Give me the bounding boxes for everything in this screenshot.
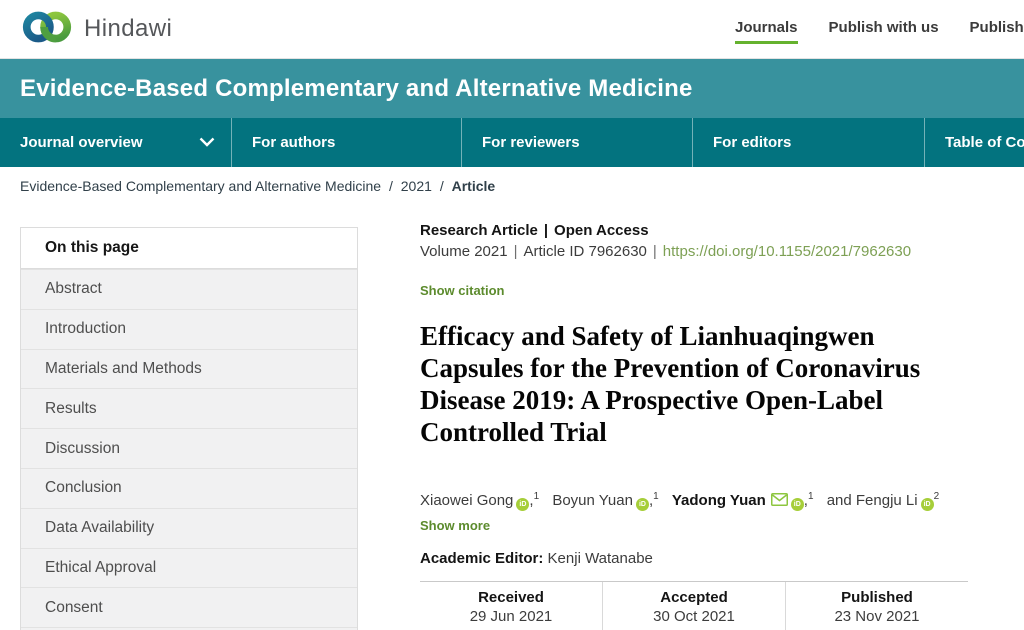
- journal-nav-overview[interactable]: Journal overview: [0, 118, 232, 167]
- sidebar-item-ethical-approval[interactable]: Ethical Approval: [21, 548, 357, 588]
- author-affiliation-sup: 1: [534, 491, 540, 502]
- article-main: Research Article|Open Access Volume 2021…: [420, 222, 968, 630]
- date-received: Received 29 Jun 2021: [420, 582, 602, 630]
- article-type: Research Article: [420, 222, 538, 239]
- academic-editor-label: Academic Editor:: [420, 550, 543, 567]
- show-citation-link[interactable]: Show citation: [420, 283, 505, 298]
- on-this-page-sidebar: On this page Abstract Introduction Mater…: [20, 227, 358, 630]
- orcid-icon[interactable]: iD: [636, 498, 649, 511]
- breadcrumb-journal[interactable]: Evidence-Based Complementary and Alterna…: [20, 178, 381, 194]
- top-nav-publish-with-us[interactable]: Publish with us: [829, 0, 939, 58]
- email-envelope-icon[interactable]: [771, 493, 788, 510]
- sidebar-item-data-availability[interactable]: Data Availability: [21, 508, 357, 548]
- breadcrumb-year[interactable]: 2021: [401, 178, 432, 194]
- author: Xiaowei GongiD,1: [420, 492, 539, 509]
- article-type-line: Research Article | Open Access: [420, 222, 968, 240]
- academic-editor-name: Kenji Watanabe: [548, 550, 653, 567]
- breadcrumb-separator: /: [440, 178, 444, 194]
- author: and Fengju LiiD2: [827, 492, 939, 509]
- date-value: 30 Oct 2021: [603, 607, 785, 627]
- page: Hindawi Journals Publish with us Publish…: [0, 0, 1024, 630]
- pipe-separator: |: [514, 243, 518, 260]
- author-name[interactable]: Boyun Yuan: [552, 492, 633, 509]
- orcid-icon[interactable]: iD: [921, 498, 934, 511]
- article-id-label: Article ID 7962630: [523, 243, 646, 260]
- author-affiliation-sup: 1: [808, 491, 814, 502]
- top-nav: Journals Publish with us Publishi: [735, 0, 1024, 58]
- author-affiliation-sup: 1: [653, 491, 659, 502]
- sidebar-item-conclusion[interactable]: Conclusion: [21, 468, 357, 508]
- author: Boyun YuaniD,1: [552, 492, 658, 509]
- top-nav-publishing[interactable]: Publishi: [970, 0, 1024, 58]
- author: Yadong YuaniD,1: [672, 492, 814, 509]
- pipe-separator: |: [544, 222, 548, 239]
- date-label: Published: [786, 588, 968, 607]
- article-title: Efficacy and Safety of Lianhuaqingwen Ca…: [420, 320, 968, 448]
- sidebar-item-materials-and-methods[interactable]: Materials and Methods: [21, 349, 357, 389]
- orcid-icon[interactable]: iD: [516, 498, 529, 511]
- volume-label: Volume 2021: [420, 243, 508, 260]
- academic-editor-line: Academic Editor: Kenji Watanabe: [420, 550, 968, 568]
- author-name[interactable]: Xiaowei Gong: [420, 492, 513, 509]
- dates-table: Received 29 Jun 2021 Accepted 30 Oct 202…: [420, 581, 968, 630]
- sidebar-item-results[interactable]: Results: [21, 388, 357, 428]
- journal-nav: Journal overview For authors For reviewe…: [0, 118, 1024, 167]
- app-header: Hindawi Journals Publish with us Publish…: [0, 0, 1024, 59]
- orcid-icon[interactable]: iD: [791, 498, 804, 511]
- date-published: Published 23 Nov 2021: [785, 582, 968, 630]
- journal-nav-for-authors[interactable]: For authors: [232, 118, 462, 167]
- sidebar-item-introduction[interactable]: Introduction: [21, 309, 357, 349]
- open-access-label: Open Access: [554, 222, 649, 239]
- author-name[interactable]: Yadong Yuan: [672, 492, 766, 509]
- sidebar-item-abstract[interactable]: Abstract: [21, 269, 357, 309]
- doi-link[interactable]: https://doi.org/10.1155/2021/7962630: [663, 243, 911, 260]
- breadcrumb-separator: /: [389, 178, 393, 194]
- journal-title[interactable]: Evidence-Based Complementary and Alterna…: [0, 75, 693, 103]
- journal-nav-for-editors[interactable]: For editors: [693, 118, 925, 167]
- journal-banner: Evidence-Based Complementary and Alterna…: [0, 59, 1024, 118]
- journal-nav-for-reviewers[interactable]: For reviewers: [462, 118, 693, 167]
- hindawi-logo[interactable]: Hindawi: [20, 0, 172, 58]
- top-nav-journals[interactable]: Journals: [735, 0, 798, 44]
- sidebar-title: On this page: [21, 228, 357, 269]
- brand-wordmark: Hindawi: [84, 15, 172, 43]
- sidebar-item-discussion[interactable]: Discussion: [21, 428, 357, 468]
- date-value: 23 Nov 2021: [786, 607, 968, 627]
- journal-nav-overview-label: Journal overview: [20, 134, 143, 151]
- date-value: 29 Jun 2021: [420, 607, 602, 627]
- authors-line: Xiaowei GongiD,1 Boyun YuaniD,1 Yadong Y…: [420, 486, 968, 513]
- sidebar-item-consent[interactable]: Consent: [21, 587, 357, 627]
- journal-nav-table-of-contents[interactable]: Table of Co: [925, 118, 1024, 167]
- author-affiliation-sup: 2: [934, 491, 940, 502]
- hindawi-rings-icon: [20, 7, 74, 52]
- author-prefix: and: [827, 492, 852, 509]
- chevron-down-icon: [199, 134, 215, 151]
- breadcrumb: Evidence-Based Complementary and Alterna…: [20, 178, 495, 194]
- breadcrumb-article: Article: [452, 178, 496, 194]
- author-name[interactable]: Fengju Li: [856, 492, 918, 509]
- pipe-separator: |: [653, 243, 657, 260]
- article-ids-line: Volume 2021 | Article ID 7962630 | https://d…: [420, 242, 968, 262]
- date-accepted: Accepted 30 Oct 2021: [602, 582, 785, 630]
- show-more-link[interactable]: Show more: [420, 518, 490, 533]
- date-label: Accepted: [603, 588, 785, 607]
- date-label: Received: [420, 588, 602, 607]
